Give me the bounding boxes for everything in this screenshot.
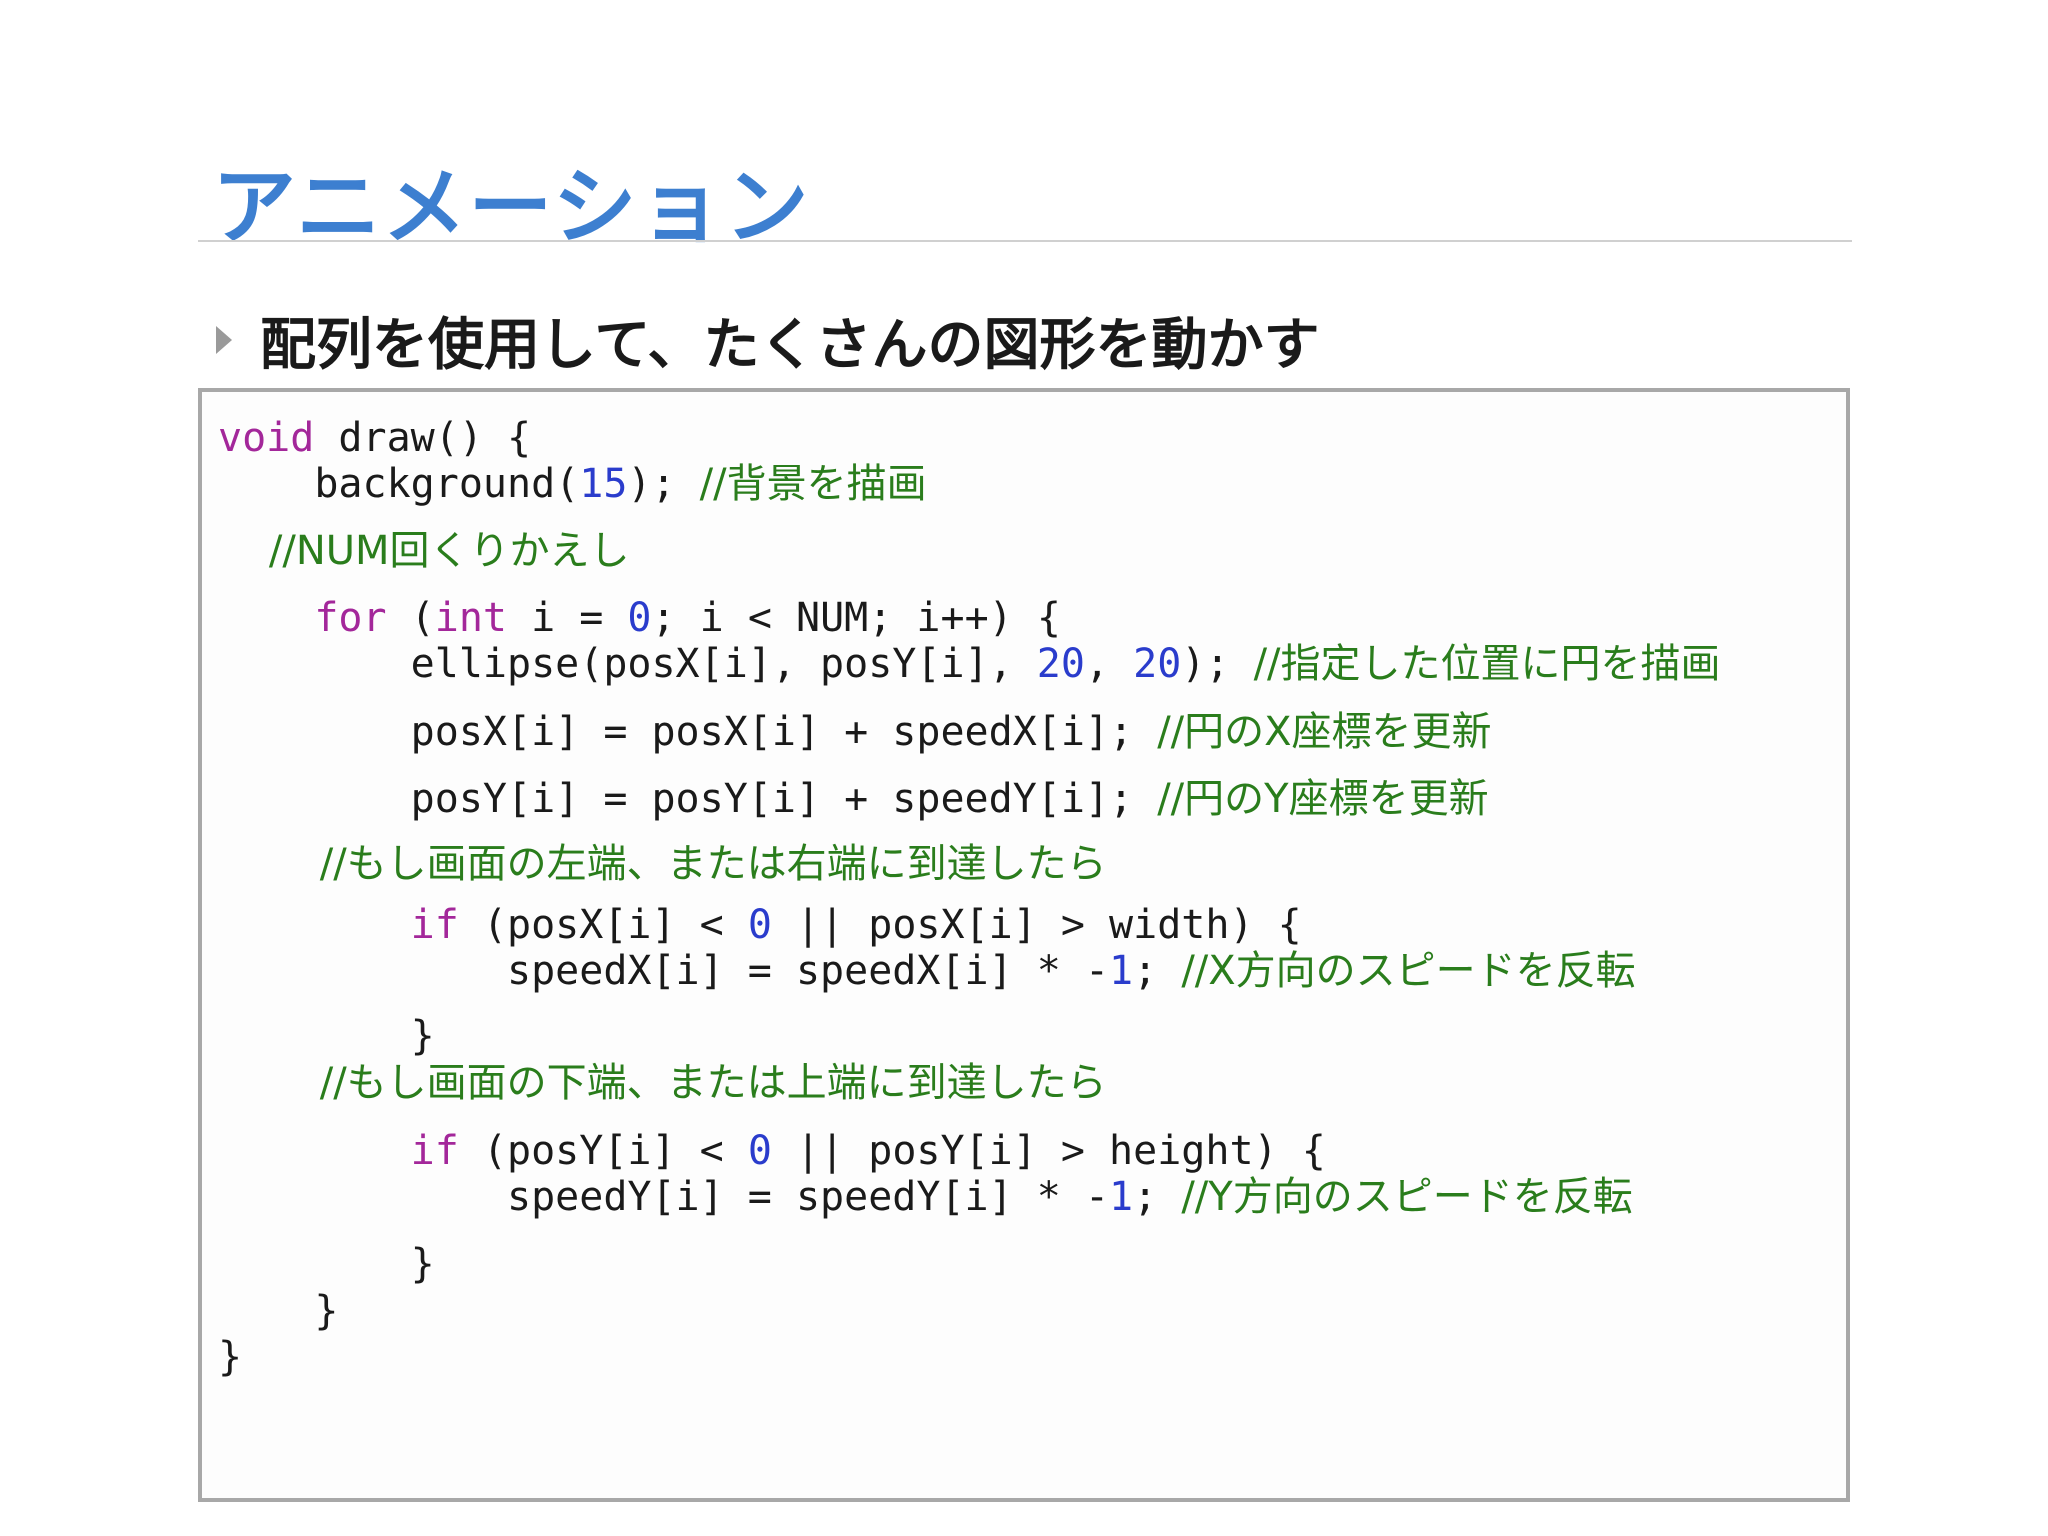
keyword: if <box>410 1128 459 1174</box>
bullet-text: 配列を使用して、たくさんの図形を動かす <box>260 312 1320 378</box>
code-text: } <box>218 1241 435 1287</box>
code-text: draw() { <box>314 415 532 461</box>
code-line: speedY[i] = speedY[i] * -1; //Y方向のスピードを反… <box>218 1173 1633 1221</box>
code-line: } <box>218 1333 242 1381</box>
code-text: speedY[i] = speedY[i] * - <box>218 1174 1110 1220</box>
code-comment: //X方向のスピードを反転 <box>1181 948 1636 994</box>
code-comment: //もし画面の下端、または上端に到達したら <box>218 1060 1107 1106</box>
code-line: posX[i] = posX[i] + speedX[i]; //円のX座標を更… <box>218 708 1492 756</box>
code-text: ; <box>1133 1174 1182 1220</box>
keyword: for <box>314 595 387 641</box>
bullet-arrow-icon <box>216 326 232 354</box>
keyword: void <box>218 415 315 461</box>
slide-title: アニメーション <box>212 158 811 256</box>
number-literal: 20 <box>1133 641 1182 687</box>
code-text: || posX[i] > width) { <box>771 902 1302 948</box>
keyword: int <box>434 595 507 641</box>
title-divider <box>198 240 1852 242</box>
code-text: ; <box>1133 948 1182 994</box>
number-literal: 0 <box>747 902 772 948</box>
code-text: posY[i] = posY[i] + speedY[i]; <box>218 776 1158 822</box>
number-literal: 20 <box>1036 641 1085 687</box>
bullet-item: 配列を使用して、たくさんの図形を動かす <box>216 300 1320 380</box>
code-comment: //Y方向のスピードを反転 <box>1181 1174 1633 1220</box>
code-line: //もし画面の左端、または右端に到達したら <box>218 840 1107 888</box>
code-text: speedX[i] = speedX[i] * - <box>218 948 1110 994</box>
code-text: ellipse(posX[i], posY[i], <box>218 641 1037 687</box>
code-line: speedX[i] = speedX[i] * -1; //X方向のスピードを反… <box>218 947 1636 995</box>
number-literal: 1 <box>1109 1174 1134 1220</box>
code-line: if (posX[i] < 0 || posX[i] > width) { <box>218 901 1302 949</box>
code-text: ); <box>1181 641 1254 687</box>
code-text: i = <box>507 595 628 641</box>
code-text: } <box>218 1288 339 1334</box>
code-text: background( <box>218 461 580 507</box>
number-literal: 1 <box>1109 948 1134 994</box>
code-line: posY[i] = posY[i] + speedY[i]; //円のY座標を更… <box>218 775 1489 823</box>
code-comment: //円のX座標を更新 <box>1157 709 1492 755</box>
code-comment: //円のY座標を更新 <box>1157 776 1489 822</box>
code-line: ellipse(posX[i], posY[i], 20, 20); //指定し… <box>218 640 1721 688</box>
code-text: ); <box>627 461 700 507</box>
code-comment: //もし画面の左端、または右端に到達したら <box>218 841 1107 887</box>
code-text: (posY[i] < <box>458 1128 748 1174</box>
code-comment: //NUM回くりかえし <box>218 528 630 574</box>
code-text: (posX[i] < <box>458 902 748 948</box>
number-literal: 0 <box>747 1128 772 1174</box>
slide: アニメーション 配列を使用して、たくさんの図形を動かす void draw() … <box>0 0 2048 1536</box>
code-line: if (posY[i] < 0 || posY[i] > height) { <box>218 1127 1326 1175</box>
code-line: //もし画面の下端、または上端に到達したら <box>218 1059 1107 1107</box>
number-literal: 0 <box>627 595 652 641</box>
code-line: } <box>218 1012 435 1060</box>
code-text: } <box>218 1013 435 1059</box>
code-line: void draw() { <box>218 414 531 462</box>
code-line: for (int i = 0; i < NUM; i++) { <box>218 594 1061 642</box>
code-text: posX[i] = posX[i] + speedX[i]; <box>218 709 1158 755</box>
code-line: //NUM回くりかえし <box>218 527 630 575</box>
code-text: ; i < NUM; i++) { <box>651 595 1061 641</box>
code-line: } <box>218 1287 338 1335</box>
code-text: || posY[i] > height) { <box>771 1128 1326 1174</box>
code-comment: //背景を描画 <box>699 461 927 507</box>
code-text: } <box>218 1334 243 1380</box>
keyword: if <box>410 902 459 948</box>
number-literal: 15 <box>579 461 628 507</box>
code-line: } <box>218 1240 435 1288</box>
code-text: ( <box>386 595 435 641</box>
code-comment: //指定した位置に円を描画 <box>1253 641 1721 687</box>
code-text: , <box>1084 641 1134 687</box>
code-line: background(15); //背景を描画 <box>218 460 927 508</box>
code-block: void draw() { background(15); //背景を描画 //… <box>198 388 1850 1502</box>
